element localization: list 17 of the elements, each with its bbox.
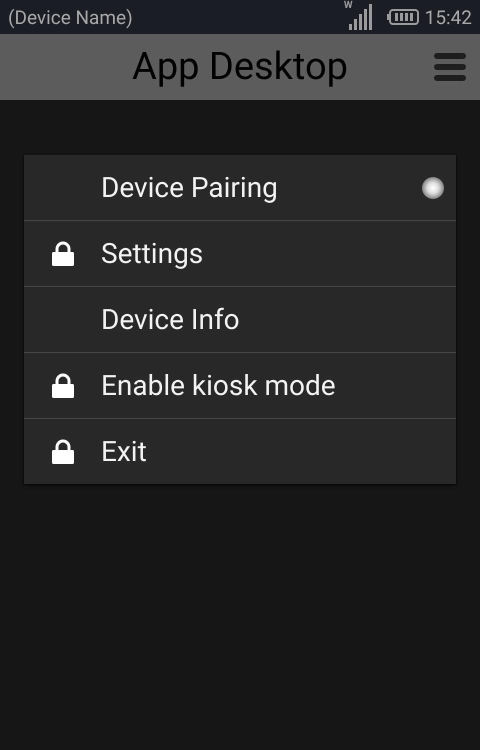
menu-button[interactable] (434, 52, 466, 82)
menu-item-label: Enable kiosk mode (101, 369, 337, 402)
clock-time: 15:42 (424, 6, 472, 28)
device-name: (Device Name) (8, 6, 134, 28)
menu-item[interactable]: Enable kiosk mode (24, 352, 456, 418)
app-title: App Desktop (132, 45, 348, 89)
menu-item-label: Device Info (101, 303, 241, 336)
menu-item[interactable]: Device Pairing (24, 155, 456, 220)
menu-item[interactable]: Device Info (24, 286, 456, 352)
menu-item[interactable]: Exit (24, 418, 456, 484)
network-type-label: W (344, 0, 353, 11)
menu-item-label: Exit (101, 435, 148, 468)
battery-icon (386, 9, 419, 25)
menu-item-label: Settings (101, 237, 204, 270)
menu-item-label: Device Pairing (101, 171, 279, 204)
menu-item[interactable]: Settings (24, 220, 456, 286)
menu-icon (434, 52, 466, 82)
